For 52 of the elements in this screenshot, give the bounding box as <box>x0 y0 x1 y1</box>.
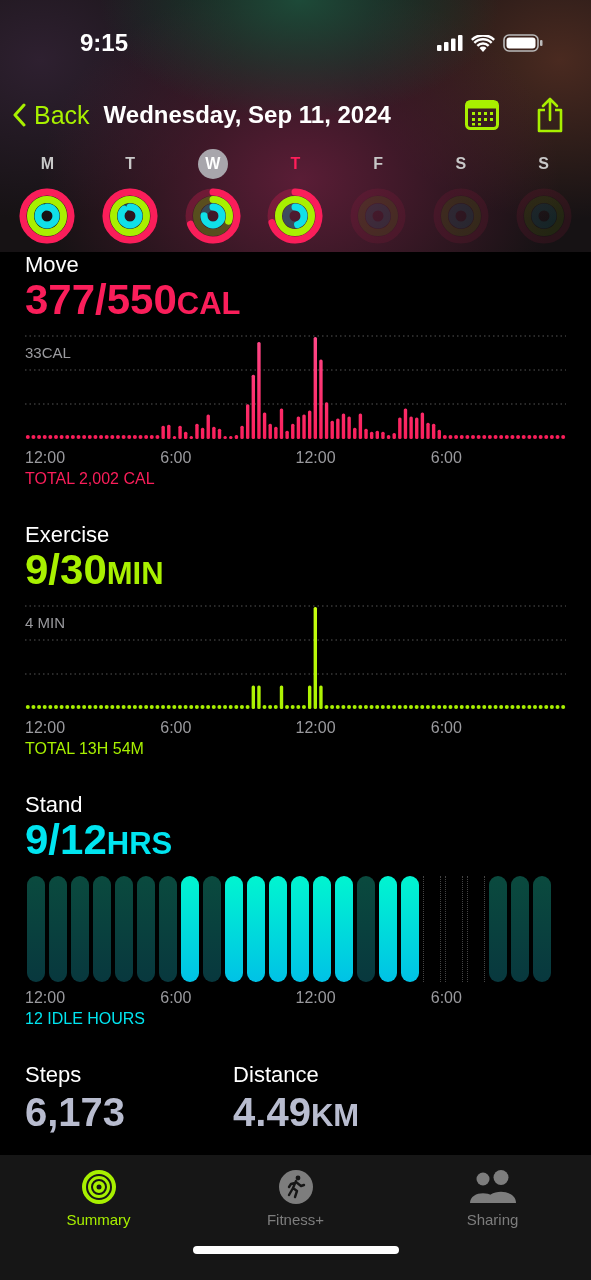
people-icon <box>468 1169 517 1205</box>
stat-value: 4.49KM <box>233 1089 360 1136</box>
section-title: Move <box>25 252 80 278</box>
activity-rings-icon[interactable] <box>266 187 325 245</box>
goal-value: 9/12HRS <box>25 818 174 865</box>
day-tab[interactable]: T <box>280 149 311 179</box>
axis-label: 12:00 <box>25 718 67 738</box>
stat-label: Steps <box>25 1062 83 1088</box>
share-icon[interactable] <box>535 97 565 133</box>
section-title: Exercise <box>25 522 111 548</box>
activity-rings-icon[interactable] <box>101 187 160 245</box>
max-value-label: 33CAL <box>25 344 71 361</box>
axis-label: 6:00 <box>160 988 193 1008</box>
activity-rings-icon[interactable] <box>18 187 77 245</box>
axis-label: 12:00 <box>295 988 337 1008</box>
axis-label: 6:00 <box>430 988 463 1008</box>
tab-item[interactable]: Summary <box>0 1169 197 1228</box>
signal-icon <box>437 35 463 51</box>
axis-label: 6:00 <box>160 448 193 468</box>
day-tab[interactable]: T <box>115 149 146 179</box>
axis-label: 6:00 <box>430 448 463 468</box>
max-value-label: 4 MIN <box>25 614 65 631</box>
day-tab[interactable]: S <box>445 149 476 179</box>
axis-label: 6:00 <box>160 718 193 738</box>
runner-icon <box>277 1169 314 1205</box>
total-label: TOTAL 13H 54M <box>25 739 145 759</box>
date-title: Wednesday, Sep 11, 2024 <box>103 101 392 129</box>
day-tab[interactable]: M <box>32 149 63 179</box>
back-button[interactable]: Back <box>12 100 90 130</box>
day-tab[interactable]: S <box>528 149 559 179</box>
axis-label: 12:00 <box>295 718 337 738</box>
stat-value: 6,173 <box>25 1089 126 1136</box>
goal-value: 9/30MIN <box>25 548 165 595</box>
status-time: 9:15 <box>80 29 129 57</box>
axis-label: 6:00 <box>430 718 463 738</box>
day-tab[interactable]: F <box>363 149 394 179</box>
axis-label: 12:00 <box>25 448 67 468</box>
section-title: Stand <box>25 792 84 818</box>
wifi-icon <box>471 34 495 52</box>
battery-icon <box>503 34 543 52</box>
total-label: 12 IDLE HOURS <box>25 1009 147 1029</box>
activity-rings-icon[interactable] <box>183 187 242 245</box>
total-label: TOTAL 2,002 CAL <box>25 469 156 489</box>
rings-icon <box>80 1169 117 1205</box>
calendar-icon[interactable] <box>465 100 499 130</box>
tab-item[interactable]: Sharing <box>394 1169 591 1228</box>
axis-label: 12:00 <box>25 988 67 1008</box>
goal-value: 377/550CAL <box>25 278 242 325</box>
stat-label: Distance <box>233 1062 320 1088</box>
axis-label: 12:00 <box>295 448 337 468</box>
tab-item[interactable]: Fitness+ <box>197 1169 394 1228</box>
chevron-icon[interactable] <box>12 103 26 127</box>
